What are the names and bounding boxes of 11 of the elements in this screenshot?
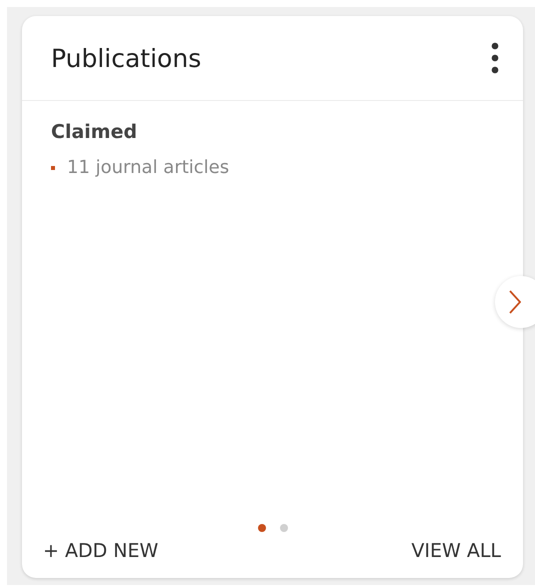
card-title: Publications (51, 44, 202, 72)
next-button[interactable] (495, 276, 535, 328)
pager-dot[interactable] (280, 524, 288, 532)
view-all-link[interactable]: VIEW ALL (411, 540, 501, 562)
pager-dot[interactable] (258, 524, 266, 532)
section-heading: Claimed (51, 121, 138, 143)
bullet-icon (51, 166, 55, 170)
kebab-menu-icon (491, 42, 499, 74)
chevron-right-icon (509, 290, 521, 314)
publication-count: 11 journal articles (67, 157, 230, 178)
add-new-link[interactable]: + ADD NEW (43, 540, 158, 562)
